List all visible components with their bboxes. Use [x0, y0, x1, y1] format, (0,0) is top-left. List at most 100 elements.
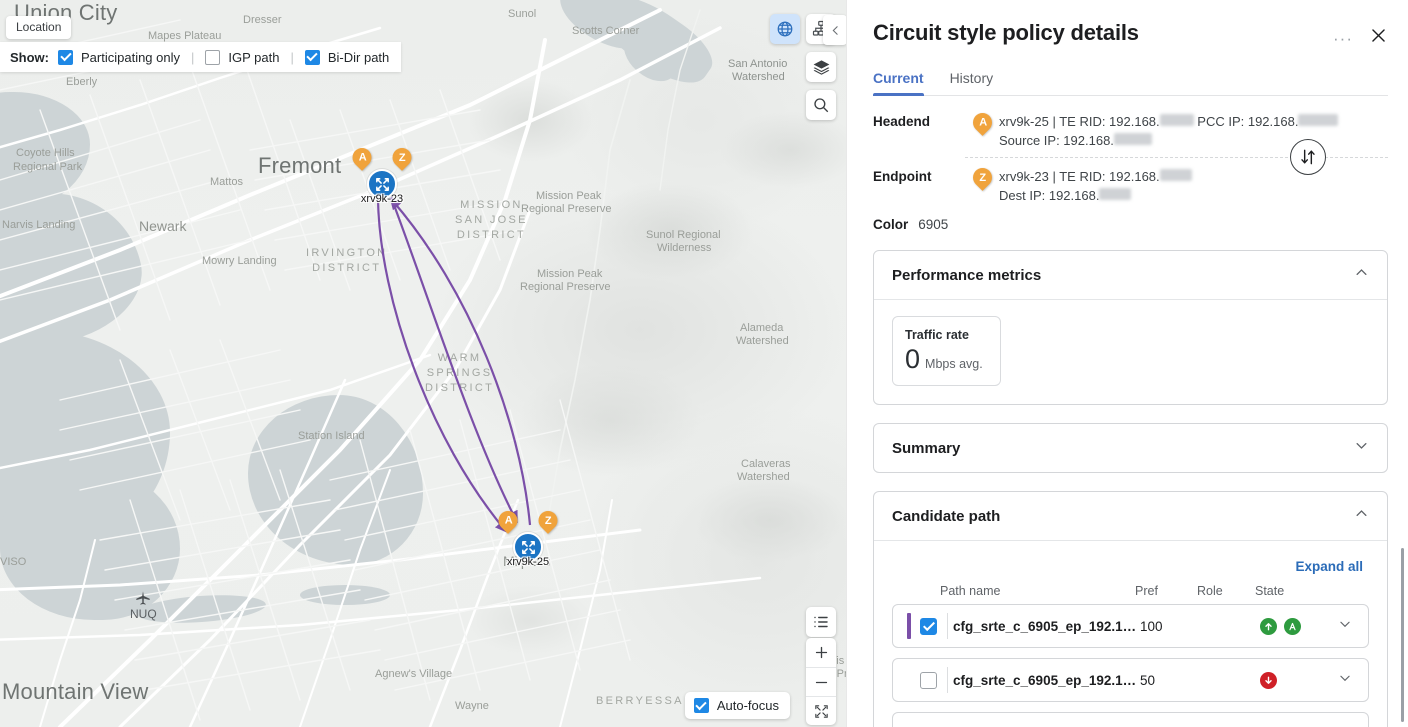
participating-only-checkbox[interactable]	[58, 49, 73, 65]
traffic-rate-label: Traffic rate	[905, 328, 969, 342]
node-label: xrv9k-25	[506, 556, 550, 568]
bidir-path-label: Bi-Dir path	[327, 49, 390, 65]
state-up-icon	[1260, 617, 1277, 635]
candidate-path-body: Expand all Path name Pref Role State cfg…	[874, 540, 1387, 727]
headend-label: Headend	[873, 114, 931, 129]
endpoints-section: Headend A xrv9k-25 | TE RID: 192.168.000…	[873, 109, 1388, 232]
traffic-rate-unit: Mbps avg.	[925, 357, 983, 371]
tab-history[interactable]: History	[950, 70, 994, 95]
panel-header: Circuit style policy details ···	[873, 0, 1388, 50]
map-node[interactable]: xrv9k-23	[361, 169, 403, 205]
endpoint-line-1: xrv9k-23 | TE RID: 192.168.000	[999, 167, 1192, 186]
show-filter-bar: Show: Participating only | IGP path | Bi…	[0, 42, 402, 72]
swap-vertical-icon	[1301, 149, 1315, 165]
map-node[interactable]: xrv9k-25	[507, 532, 549, 568]
summary-title: Summary	[892, 439, 961, 457]
previous-chevron-button[interactable]	[823, 15, 846, 45]
pin-letter: Z	[544, 514, 552, 527]
redacted-ip: 000	[1159, 169, 1192, 181]
table-row[interactable]	[892, 712, 1369, 727]
row-expand-caret[interactable]	[1338, 671, 1368, 690]
filter-divider: |	[290, 49, 294, 65]
auto-focus-checkbox[interactable]	[693, 698, 709, 713]
filter-igp-path[interactable]: IGP path	[205, 49, 279, 65]
endpoint-dest-ip-prefix: Dest IP: 192.168.	[999, 188, 1100, 203]
filter-participating-only[interactable]: Participating only	[58, 49, 180, 65]
collapse-chevron-up-icon[interactable]	[1354, 265, 1369, 285]
panel-scrollbar[interactable]	[1401, 548, 1404, 722]
column-pref: Pref	[1135, 584, 1158, 598]
auto-focus-label: Auto-focus	[716, 698, 779, 713]
row-path-name: cfg_srte_c_6905_ep_192.16...	[953, 618, 1140, 634]
layers-icon-button[interactable]	[806, 52, 836, 82]
location-chip[interactable]: Location	[6, 16, 72, 39]
traffic-rate-value: 0	[905, 344, 921, 374]
zoom-out-button[interactable]	[806, 667, 836, 696]
details-panel: Circuit style policy details ··· Current…	[846, 0, 1408, 727]
candidate-path-title: Candidate path	[892, 507, 1001, 525]
column-role: Role	[1197, 584, 1223, 598]
layers-icon	[813, 59, 829, 75]
row-state	[1260, 617, 1338, 635]
close-icon	[1372, 29, 1385, 42]
map-pane[interactable]: Union City Dresser Sunol Scotts Corner Mapes…	[0, 0, 846, 727]
candidate-path-card: Candidate path Expand all Path name Pref…	[873, 491, 1388, 727]
auto-focus-toggle[interactable]: Auto-focus	[684, 692, 790, 719]
map-canvas[interactable]: Union City Dresser Sunol Scotts Corner Mapes…	[0, 0, 846, 727]
row-checkbox[interactable]	[920, 671, 937, 689]
panel-tabs: Current History	[873, 70, 1388, 96]
globe-icon-button[interactable]	[770, 14, 800, 44]
headend-line-1: xrv9k-25 | TE RID: 192.168.000 PCC IP: 1…	[999, 112, 1339, 131]
row-checkbox[interactable]	[920, 617, 937, 635]
row-expand-caret[interactable]	[1338, 617, 1368, 636]
swap-endpoints-button[interactable]	[1290, 139, 1326, 175]
panel-header-actions: ···	[1333, 20, 1388, 50]
pin-letter: A	[504, 514, 512, 527]
headend-line-2: Source IP: 192.168.0000	[999, 131, 1338, 150]
minus-icon	[815, 681, 827, 683]
search-icon-button[interactable]	[806, 90, 836, 120]
node-label: xrv9k-23	[360, 193, 404, 205]
table-row[interactable]: cfg_srte_c_6905_ep_192.16... 100	[892, 604, 1369, 648]
performance-metrics-header[interactable]: Performance metrics	[874, 251, 1387, 299]
headend-te-rid-prefix: xrv9k-25 | TE RID: 192.168.	[999, 114, 1160, 129]
table-row[interactable]: cfg_srte_c_6905_ep_192.16... 50	[892, 658, 1369, 702]
summary-header[interactable]: Summary	[874, 424, 1387, 472]
close-panel-button[interactable]	[1369, 26, 1388, 50]
map-side-tools	[806, 52, 836, 120]
zoom-controls	[806, 638, 836, 725]
filter-bidir-path[interactable]: Bi-Dir path	[304, 49, 390, 65]
collapse-chevron-up-icon[interactable]	[1354, 506, 1369, 526]
endpoint-te-rid-prefix: xrv9k-23 | TE RID: 192.168.	[999, 169, 1160, 184]
candidate-path-header[interactable]: Candidate path	[874, 492, 1387, 540]
performance-metrics-card: Performance metrics Traffic rate 0 Mbps …	[873, 250, 1388, 405]
row-pref: 100	[1140, 618, 1163, 634]
column-path-name: Path name	[940, 584, 1001, 598]
row-selector[interactable]	[893, 667, 948, 693]
endpoint-pin-letter: Z	[978, 171, 986, 184]
bidir-path-checkbox[interactable]	[304, 49, 320, 65]
zoom-in-button[interactable]	[806, 638, 836, 667]
row-state	[1260, 671, 1338, 689]
endpoint-label: Endpoint	[873, 169, 932, 184]
tab-current[interactable]: Current	[873, 70, 924, 96]
igp-path-checkbox[interactable]	[205, 49, 221, 65]
recenter-button[interactable]	[806, 696, 836, 725]
expand-chevron-down-icon[interactable]	[1354, 438, 1369, 458]
headend-pin-letter: A	[978, 116, 986, 129]
endpoint-text: xrv9k-23 | TE RID: 192.168.000 Dest IP: …	[999, 167, 1192, 205]
expand-all-link[interactable]: Expand all	[892, 557, 1369, 584]
participating-only-label: Participating only	[81, 49, 180, 65]
chevron-left-icon	[832, 25, 838, 35]
more-options-icon[interactable]: ···	[1333, 30, 1353, 47]
endpoint-pin: Z	[965, 164, 999, 194]
filter-divider: |	[191, 49, 195, 65]
row-selector[interactable]	[893, 613, 948, 639]
traffic-rate-tile: Traffic rate 0 Mbps avg.	[892, 316, 1001, 386]
legend-list-button[interactable]	[806, 607, 836, 637]
row-pref: 50	[1140, 672, 1156, 688]
state-active-icon	[1284, 617, 1301, 635]
color-label: Color	[873, 217, 909, 232]
endpoint-line-2: Dest IP: 192.168.000	[999, 186, 1192, 205]
app-root: Union City Dresser Sunol Scotts Corner Mapes…	[0, 0, 1408, 727]
